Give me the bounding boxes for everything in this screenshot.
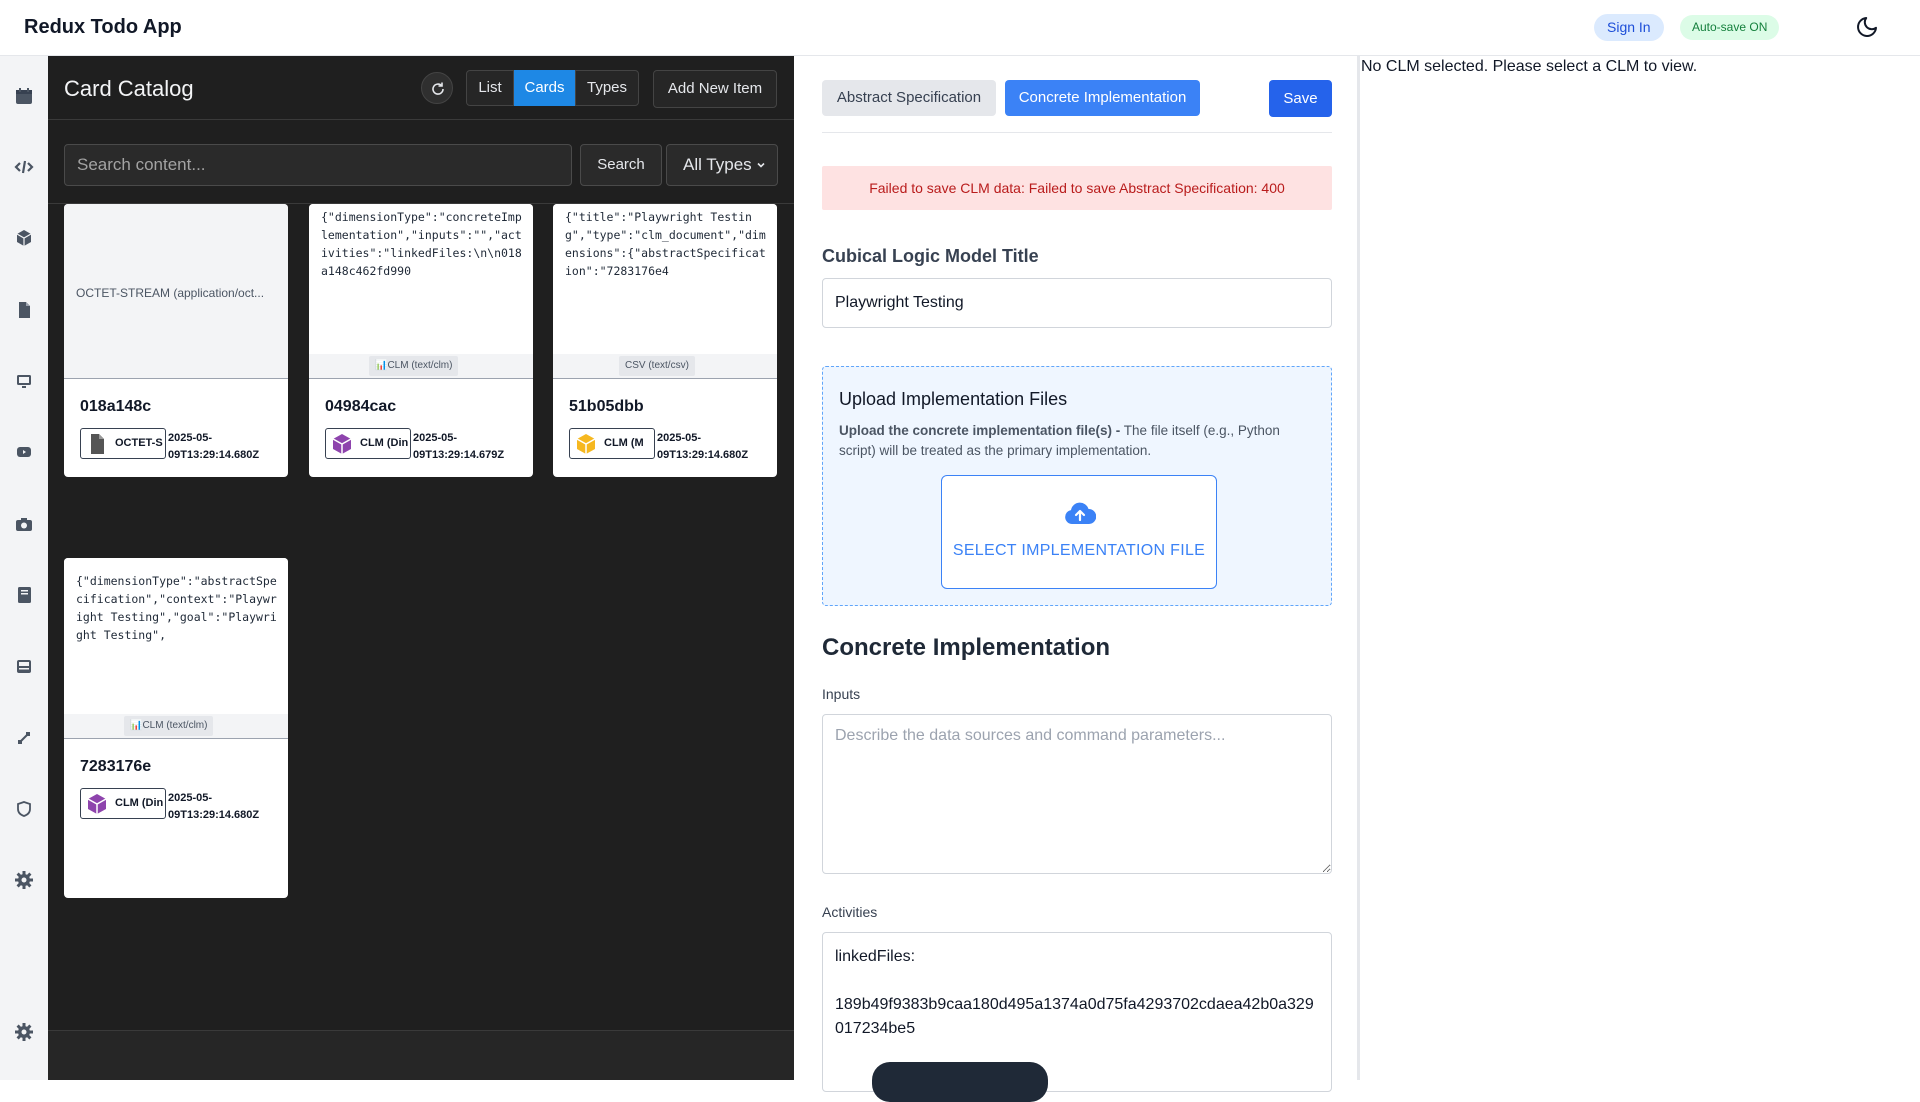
sign-in-button[interactable]: Sign In xyxy=(1594,14,1664,41)
card-badge-label: OCTET-S xyxy=(115,437,163,449)
cloud-upload-icon xyxy=(1065,502,1096,524)
monitor-icon[interactable] xyxy=(14,371,34,391)
purple-cube-icon xyxy=(87,794,107,814)
inbox-icon[interactable] xyxy=(14,656,34,676)
code-icon[interactable] xyxy=(14,157,34,177)
catalog-card[interactable]: OCTET-STREAM (application/oct... 018a148… xyxy=(64,204,288,477)
card-type-badge: CLM (Din xyxy=(325,428,411,459)
card-preview: {"dimensionType":"concreteImplementation… xyxy=(309,204,533,378)
view-types-button[interactable]: Types xyxy=(575,70,639,106)
card-preview-text: {"dimensionType":"concreteImplementation… xyxy=(321,210,522,278)
refresh-button[interactable] xyxy=(421,72,453,104)
shield-icon[interactable] xyxy=(14,799,34,819)
search-input[interactable] xyxy=(64,144,572,186)
type-filter-select[interactable]: All Types xyxy=(666,144,778,186)
catalog-footer xyxy=(48,1030,794,1080)
card-badge-label: CLM (M xyxy=(604,437,644,449)
card-date: 2025-05-09T13:29:14.680Z xyxy=(168,432,260,461)
card-date: 2025-05-09T13:29:14.680Z xyxy=(657,432,749,461)
card-badge-label: CLM (Din xyxy=(115,797,164,809)
catalog-card[interactable]: {"dimensionType":"concreteImplementation… xyxy=(309,204,533,477)
card-preview: {"title":"Playwright Testing","type":"cl… xyxy=(553,204,777,378)
app-title: Redux Todo App xyxy=(24,16,182,38)
clm-editor-panel: Abstract Specification Concrete Implemen… xyxy=(794,56,1358,1102)
card-catalog-panel: Card Catalog List Cards Types Add New It… xyxy=(48,56,794,1080)
refresh-icon xyxy=(432,82,444,95)
video-icon[interactable] xyxy=(14,442,34,462)
tab-concrete-implementation[interactable]: Concrete Implementation xyxy=(1005,80,1200,116)
chevron-down-icon xyxy=(757,162,765,168)
card-id: 51b05dbb xyxy=(569,398,644,415)
card-id: 04984cac xyxy=(325,398,397,415)
card-id: 7283176e xyxy=(80,758,152,775)
sidebar-rail xyxy=(0,56,48,1080)
panel-divider[interactable] xyxy=(1357,56,1360,1080)
card-badge-label: CLM (Din xyxy=(360,437,409,449)
cube-icon[interactable] xyxy=(14,228,34,248)
card-preview-text: {"dimensionType":"abstractSpecification"… xyxy=(76,574,277,642)
card-preview: {"dimensionType":"abstractSpecification"… xyxy=(64,558,288,738)
card-id: 018a148c xyxy=(80,398,152,415)
tab-abstract-specification[interactable]: Abstract Specification xyxy=(822,80,996,116)
card-type-badge: OCTET-S xyxy=(80,428,166,459)
file-icon xyxy=(91,434,104,454)
floating-toolbar[interactable] xyxy=(872,1062,1048,1102)
upload-description-bold: Upload the concrete implementation file(… xyxy=(839,423,1121,438)
settings-icon[interactable] xyxy=(14,1022,34,1042)
save-button[interactable]: Save xyxy=(1269,80,1332,117)
clm-viewer-empty-message: No CLM selected. Please select a CLM to … xyxy=(1361,58,1698,75)
card-divider xyxy=(553,378,777,379)
document-icon[interactable] xyxy=(14,300,34,320)
card-type-badge: CLM (M xyxy=(569,428,655,459)
upload-description: Upload the concrete implementation file(… xyxy=(839,421,1309,461)
upload-dropzone[interactable]: Upload Implementation Files Upload the c… xyxy=(822,366,1332,606)
catalog-card[interactable]: {"title":"Playwright Testing","type":"cl… xyxy=(553,204,777,477)
card-mime-label: 📊CLM (text/clm) xyxy=(124,716,214,736)
title-input[interactable] xyxy=(822,278,1332,328)
settings-icon[interactable] xyxy=(14,870,34,890)
view-cards-button[interactable]: Cards xyxy=(514,70,575,106)
catalog-card[interactable]: {"dimensionType":"abstractSpecification"… xyxy=(64,558,288,898)
catalog-search-row: Search All Types xyxy=(48,120,794,204)
card-divider xyxy=(64,738,288,739)
camera-icon[interactable] xyxy=(14,514,34,534)
section-title: Concrete Implementation xyxy=(822,634,1111,661)
error-alert: Failed to save CLM data: Failed to save … xyxy=(822,166,1332,210)
catalog-title: Card Catalog xyxy=(64,76,194,101)
tab-divider xyxy=(822,132,1332,133)
inputs-textarea[interactable] xyxy=(822,714,1332,874)
title-label: Cubical Logic Model Title xyxy=(822,246,1039,266)
inputs-label: Inputs xyxy=(822,686,861,702)
view-list-button[interactable]: List xyxy=(466,70,514,106)
top-bar: Redux Todo App Sign In Auto-save ON xyxy=(0,0,1920,56)
book-icon[interactable] xyxy=(14,585,34,605)
activities-hash: 189b49f9383b9caa180d495a1374a0d75fa42937… xyxy=(835,996,1314,1037)
card-mime-label: OCTET-STREAM (application/oct... xyxy=(76,286,265,300)
purple-cube-icon xyxy=(332,434,352,454)
select-file-label: SELECT IMPLEMENTATION FILE xyxy=(952,542,1206,559)
yellow-cube-icon xyxy=(576,434,596,454)
search-button[interactable]: Search xyxy=(580,144,662,186)
activities-label: Activities xyxy=(822,904,878,920)
autosave-badge[interactable]: Auto-save ON xyxy=(1680,15,1780,40)
moon-icon[interactable] xyxy=(1855,15,1879,39)
calendar-icon[interactable] xyxy=(14,86,34,106)
card-date: 2025-05-09T13:29:14.680Z xyxy=(168,792,260,821)
card-preview: OCTET-STREAM (application/oct... xyxy=(64,204,288,378)
select-implementation-file-button[interactable]: SELECT IMPLEMENTATION FILE xyxy=(941,475,1217,589)
card-mime-label: 📊CLM (text/clm) xyxy=(369,356,459,376)
card-preview-text: {"title":"Playwright Testing","type":"cl… xyxy=(565,210,766,278)
diagram-icon[interactable] xyxy=(14,728,34,748)
type-filter-value: All Types xyxy=(683,155,752,174)
card-mime-label: CSV (text/csv) xyxy=(619,356,695,376)
catalog-header: Card Catalog List Cards Types Add New It… xyxy=(48,56,794,120)
upload-title: Upload Implementation Files xyxy=(839,389,1068,409)
card-date: 2025-05-09T13:29:14.679Z xyxy=(413,432,505,461)
card-divider xyxy=(309,378,533,379)
add-new-item-button[interactable]: Add New Item xyxy=(653,70,777,108)
card-type-badge: CLM (Din xyxy=(80,788,166,819)
card-divider xyxy=(64,378,288,379)
activities-line: linkedFiles: xyxy=(835,948,916,965)
